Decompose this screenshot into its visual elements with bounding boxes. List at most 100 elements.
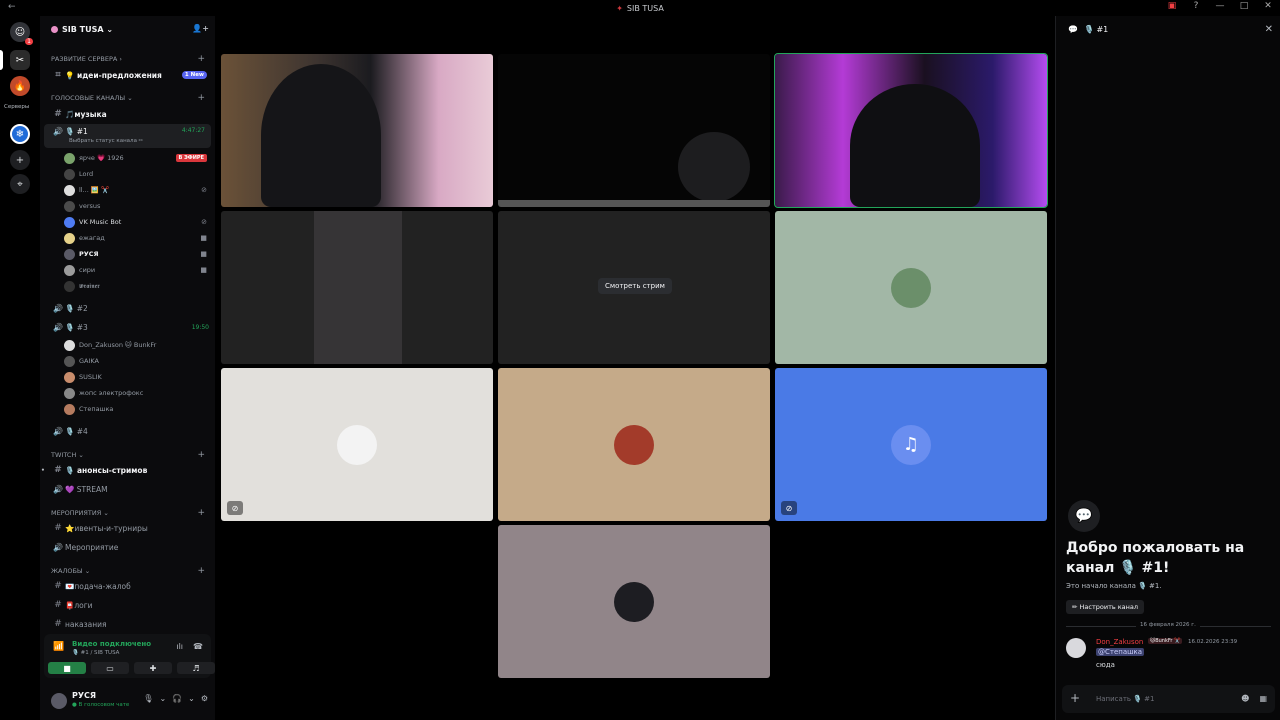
- voice-user[interactable]: Lord: [64, 166, 211, 182]
- date-divider: 16 февраля 2026 г.: [1136, 622, 1200, 628]
- voice-user[interactable]: ll... 🖼️ ✂️ ⊘: [64, 182, 211, 198]
- hash-icon: #: [54, 523, 62, 533]
- minimize-button[interactable]: —: [1214, 1, 1226, 11]
- watch-stream-button[interactable]: Смотреть стрим: [598, 278, 672, 294]
- voice-user[interactable]: сири ■: [64, 262, 211, 278]
- avatar[interactable]: [1066, 638, 1086, 658]
- hash-icon: #: [54, 465, 62, 475]
- user-name[interactable]: РУСЯ: [72, 691, 96, 700]
- add-channel-icon[interactable]: +: [197, 93, 205, 103]
- channel-logs[interactable]: # 📮логи: [40, 597, 215, 613]
- avatar-tile[interactable]: [775, 211, 1047, 364]
- add-server-icon[interactable]: +: [10, 150, 30, 170]
- category-dev[interactable]: РАЗВИТИЕ СЕРВЕРА › +: [40, 51, 215, 67]
- avatar-tile[interactable]: ♫ ⊘: [775, 368, 1047, 521]
- setup-channel-button[interactable]: ✏ Настроить канал: [1066, 600, 1145, 614]
- category-events[interactable]: МЕРОПРИЯТИЯ ⌄ +: [40, 505, 215, 521]
- settings-gear-icon[interactable]: ⚙: [201, 694, 208, 703]
- video-tile[interactable]: [221, 54, 493, 207]
- participant-silhouette: [678, 132, 750, 202]
- channel-event-voice[interactable]: 🔊 Мероприятие: [40, 539, 215, 555]
- user-mention[interactable]: @Степашка: [1096, 648, 1145, 656]
- add-channel-icon[interactable]: +: [197, 54, 205, 64]
- message-author[interactable]: Don_Zakuson: [1096, 638, 1143, 646]
- back-arrow-icon[interactable]: ←: [8, 2, 16, 12]
- voice-user[interactable]: 𝖜𝖗𝖆𝖎𝖓𝖊𝖗: [64, 278, 211, 294]
- inbox-icon[interactable]: ▣: [1166, 1, 1178, 11]
- noise-suppression-icon[interactable]: ılı: [176, 642, 183, 651]
- screen-share-button[interactable]: ▭: [91, 662, 129, 674]
- channel-complaint[interactable]: # 💌подача-жалоб: [40, 578, 215, 594]
- channel-announce[interactable]: • # 🎙️ анонсы-стримов: [40, 462, 215, 478]
- voice-user[interactable]: Степашка: [64, 401, 211, 417]
- add-channel-icon[interactable]: +: [197, 450, 205, 460]
- voice-channel-4[interactable]: 🔊 🎙️ #4: [40, 423, 215, 439]
- voice-channel-1-label: 🎙️ #1: [65, 127, 88, 136]
- voice-user[interactable]: ежагад ■: [64, 230, 211, 246]
- voice-user[interactable]: VK Music Bot ⊘: [64, 214, 211, 230]
- server-icon-sib-tusa[interactable]: ✂: [10, 50, 30, 70]
- category-voice[interactable]: ГОЛОСОВЫЕ КАНАЛЫ ⌄ +: [40, 90, 215, 106]
- avatar[interactable]: [51, 693, 67, 709]
- soundboard-button[interactable]: ♬: [177, 662, 215, 674]
- signal-icon[interactable]: 📶: [53, 642, 64, 652]
- voice-user[interactable]: SUSLIK: [64, 369, 211, 385]
- channel-status-prompt[interactable]: Выбрать статус канала ✏: [69, 138, 143, 144]
- channel-music[interactable]: # 🎵музыка: [40, 106, 215, 122]
- emoji-icon[interactable]: ☻: [1241, 694, 1249, 703]
- stream-tile[interactable]: Смотреть стрим: [498, 211, 770, 364]
- camera-button[interactable]: ■: [48, 662, 86, 674]
- voice-channel-3-label: 🎙️ #3: [65, 322, 88, 332]
- add-channel-icon[interactable]: +: [197, 566, 205, 576]
- voice-channel-3[interactable]: 🔊 🎙️ #3 19:50: [40, 319, 215, 335]
- apps-icon[interactable]: ▦: [1259, 694, 1267, 703]
- close-window-button[interactable]: ✕: [1262, 1, 1274, 11]
- channel-events-label: ⭐ивенты-и-турниры: [65, 523, 148, 533]
- video-tile-speaking[interactable]: [774, 53, 1048, 208]
- category-twitch[interactable]: TWITCH ⌄ +: [40, 447, 215, 463]
- voice-user[interactable]: жопс электрофокс: [64, 385, 211, 401]
- add-channel-icon[interactable]: +: [197, 508, 205, 518]
- headphones-icon[interactable]: 🎧: [172, 694, 182, 703]
- server-header[interactable]: SIB TUSA ⌄ 👤+: [40, 16, 215, 42]
- category-complaints[interactable]: ЖАЛОБЫ ⌄ +: [40, 563, 215, 579]
- avatar-tile[interactable]: [498, 525, 770, 678]
- channel-stream-label: 💜 STREAM: [65, 484, 108, 494]
- invite-people-icon[interactable]: 👤+: [192, 24, 209, 33]
- voice-channel-2[interactable]: 🔊 🎙️ #2: [40, 300, 215, 316]
- voice-channel-path[interactable]: 🎙️ #1 / SIB TUSA: [72, 650, 119, 656]
- video-tile[interactable]: [498, 54, 770, 207]
- channel-events[interactable]: # ⭐ивенты-и-турниры: [40, 520, 215, 536]
- chevron-down-icon[interactable]: ⌄: [159, 694, 166, 703]
- microphone-icon[interactable]: 🎙: [143, 694, 153, 703]
- voice-user[interactable]: GAIKA: [64, 353, 211, 369]
- server-icon-snowflake[interactable]: ❄: [10, 124, 30, 144]
- user-panel: РУСЯ ● В голосовом чате 🎙 ⌄ 🎧 ⌄ ⚙: [44, 686, 211, 718]
- discover-icon[interactable]: ⌖: [10, 174, 30, 194]
- avatar: [64, 248, 75, 260]
- activities-button[interactable]: ✚: [134, 662, 172, 674]
- avatar-tile[interactable]: ⊘: [221, 368, 493, 521]
- avatar: [64, 200, 75, 212]
- voice-user[interactable]: ярче 💗 1926 В ЭФИРЕ: [64, 150, 211, 166]
- maximize-button[interactable]: □: [1238, 1, 1250, 11]
- channel-punish[interactable]: # наказания: [40, 616, 215, 632]
- avatar-tile[interactable]: [498, 368, 770, 521]
- direct-messages-icon[interactable]: ☺ 1: [10, 22, 33, 45]
- channel-ideas[interactable]: ⌗ 💡 идеи-предложения 1 New: [40, 67, 215, 83]
- chevron-down-icon[interactable]: ⌄: [188, 694, 195, 703]
- voice-user-name: РУСЯ: [79, 250, 99, 258]
- server-icon-flame[interactable]: 🔥: [10, 76, 30, 96]
- video-tile[interactable]: [221, 211, 493, 364]
- disconnect-icon[interactable]: ☎: [193, 642, 203, 651]
- message-input[interactable]: + Написать 🎙️ #1 ☻ ▦: [1062, 685, 1275, 713]
- voice-channel-1[interactable]: 🔊 🎙️ #1 4:47:27 Выбрать статус канала ✏: [44, 124, 211, 148]
- hash-icon: #: [54, 619, 62, 629]
- voice-user[interactable]: Don_Zakuson 🐱 BunkFr: [64, 337, 211, 353]
- attach-plus-icon[interactable]: +: [1070, 691, 1080, 705]
- channel-stream[interactable]: 🔊 💜 STREAM: [40, 481, 215, 497]
- close-icon[interactable]: ✕: [1265, 24, 1273, 35]
- voice-user[interactable]: РУСЯ ■: [64, 246, 211, 262]
- voice-user[interactable]: versus: [64, 198, 211, 214]
- help-icon[interactable]: ?: [1190, 1, 1202, 11]
